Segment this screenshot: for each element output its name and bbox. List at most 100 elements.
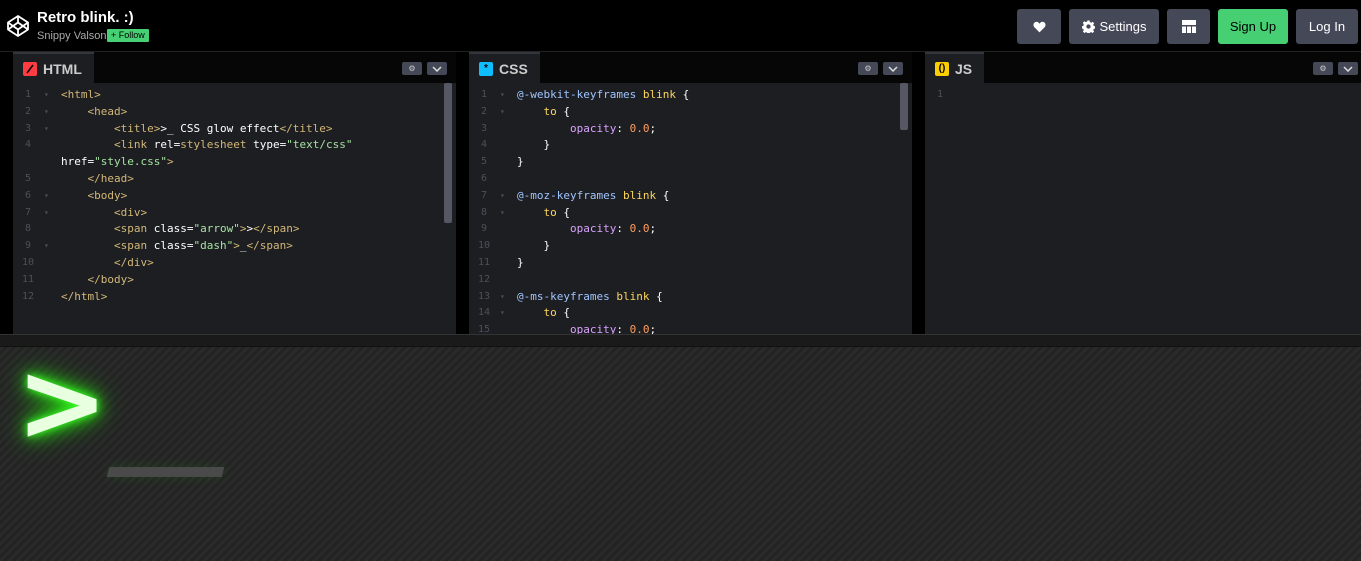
html-pane: HTML ⚙ 1 ▾ <html> 2 ▾ <head> 3 ▾ <title>>_ CSS…	[13, 52, 456, 334]
chevron-down-icon	[888, 65, 898, 72]
signup-button[interactable]: Sign Up	[1218, 9, 1288, 44]
follow-button[interactable]: + Follow	[107, 29, 149, 42]
code-token: href	[61, 155, 88, 169]
line-number: 15	[477, 324, 491, 334]
code-token: @-ms-keyframes	[517, 289, 617, 303]
code-token: >	[166, 155, 174, 169]
js-settings-button[interactable]: ⚙	[1313, 62, 1333, 75]
line-number: 4	[24, 139, 32, 151]
code-text: </head>	[61, 171, 134, 188]
code-line: 10 </div>	[13, 255, 456, 272]
author-name[interactable]: Snippy Valson	[37, 30, 107, 42]
fold-toggle-icon[interactable]: ▾	[44, 104, 49, 121]
fold-toggle-icon[interactable]: ▾	[44, 238, 49, 255]
fold-toggle-icon[interactable]: ▾	[500, 305, 505, 322]
code-text: }	[517, 137, 550, 154]
code-text: <span class="arrow">></span>	[61, 221, 299, 238]
css-scrollbar[interactable]	[900, 83, 908, 130]
tab-html[interactable]: HTML	[13, 52, 94, 83]
fold-toggle-icon[interactable]: ▾	[500, 289, 505, 306]
code-text: }	[517, 154, 524, 171]
fold-toggle-icon[interactable]: ▾	[500, 104, 505, 121]
line-number: 6	[480, 172, 488, 184]
code-token: 0.0	[629, 323, 650, 334]
fold-toggle-icon[interactable]: ▾	[500, 205, 505, 222]
code-token: >_ CSS glow effect	[160, 121, 280, 135]
html-code-editor[interactable]: 1 ▾ <html> 2 ▾ <head> 3 ▾ <title>>_ CSS glow e…	[13, 83, 456, 334]
code-line: 12 </html>	[13, 289, 456, 306]
line-number: 10	[477, 240, 491, 252]
js-collapse-button[interactable]	[1338, 62, 1358, 75]
css-settings-button[interactable]: ⚙	[858, 62, 878, 75]
code-token: opacity	[569, 323, 617, 334]
line-number: 12	[21, 290, 35, 302]
code-token: <body>	[87, 188, 128, 202]
fold-toggle-icon[interactable]: ▾	[500, 188, 505, 205]
js-code-editor[interactable]: 1	[925, 83, 1361, 334]
code-token: </span>	[253, 222, 300, 236]
tab-css[interactable]: * CSS	[469, 52, 540, 83]
fold-toggle-icon[interactable]: ▾	[44, 121, 49, 138]
code-token: <span	[113, 222, 154, 236]
resize-divider[interactable]	[0, 334, 1361, 347]
css-icon: *	[479, 61, 493, 76]
code-token: to	[543, 104, 557, 118]
html-collapse-button[interactable]	[427, 62, 447, 75]
code-text: @-webkit-keyframes blink {	[517, 87, 689, 104]
fold-toggle-icon[interactable]: ▾	[500, 87, 505, 104]
css-code-editor[interactable]: 1 ▾ @-webkit-keyframes blink {2 ▾ to {3 opa…	[469, 83, 912, 334]
code-text: <html>	[61, 87, 101, 104]
codepen-logo-icon[interactable]	[6, 14, 30, 38]
code-token: <span	[113, 239, 154, 253]
html-pane-header: HTML ⚙	[13, 52, 456, 83]
login-button[interactable]: Log In	[1296, 9, 1358, 44]
tab-css-label: CSS	[499, 60, 528, 77]
code-token: <html>	[61, 88, 101, 101]
layout-button[interactable]	[1167, 9, 1210, 44]
code-token: opacity	[569, 121, 617, 135]
code-text: to {	[517, 305, 571, 322]
code-token: ;	[649, 121, 657, 135]
html-settings-button[interactable]: ⚙	[402, 62, 422, 75]
code-line: 3 opacity: 0.0;	[469, 121, 912, 138]
code-line: 5}	[469, 154, 912, 171]
js-icon: ()	[935, 61, 949, 76]
code-token: "dash"	[193, 239, 234, 253]
love-button[interactable]	[1017, 9, 1061, 44]
fold-toggle-icon[interactable]: ▾	[44, 87, 49, 104]
code-token: "text/css"	[286, 138, 353, 152]
code-token: blink	[616, 289, 650, 303]
code-line: 1 ▾ <html>	[13, 87, 456, 104]
header: Retro blink. :) Snippy Valson + Follow S…	[0, 0, 1361, 52]
code-text: <div>	[61, 205, 147, 222]
code-line: 15 opacity: 0.0;	[469, 322, 912, 334]
settings-button[interactable]: Settings	[1069, 9, 1159, 44]
code-token: class	[153, 222, 187, 236]
fold-toggle-icon[interactable]: ▾	[44, 188, 49, 205]
heart-icon	[1032, 21, 1046, 32]
line-number: 7	[480, 189, 488, 201]
code-token: >	[233, 239, 240, 253]
code-line: 2 ▾ <head>	[13, 104, 456, 121]
code-token: {	[656, 188, 670, 202]
code-line: 2 ▾ to {	[469, 104, 912, 121]
css-pane-header: * CSS ⚙	[469, 52, 912, 83]
tab-js[interactable]: () JS	[925, 52, 985, 83]
code-line: 6	[469, 171, 912, 188]
css-collapse-button[interactable]	[883, 62, 903, 75]
html-scrollbar[interactable]	[444, 83, 452, 223]
code-token: ;	[649, 222, 657, 236]
fold-toggle-icon[interactable]: ▾	[44, 205, 49, 222]
code-token: "arrow"	[193, 222, 240, 236]
code-line: 8 <span class="arrow">></span>	[13, 221, 456, 238]
code-token: {	[556, 306, 570, 320]
settings-label: Settings	[1099, 19, 1147, 34]
